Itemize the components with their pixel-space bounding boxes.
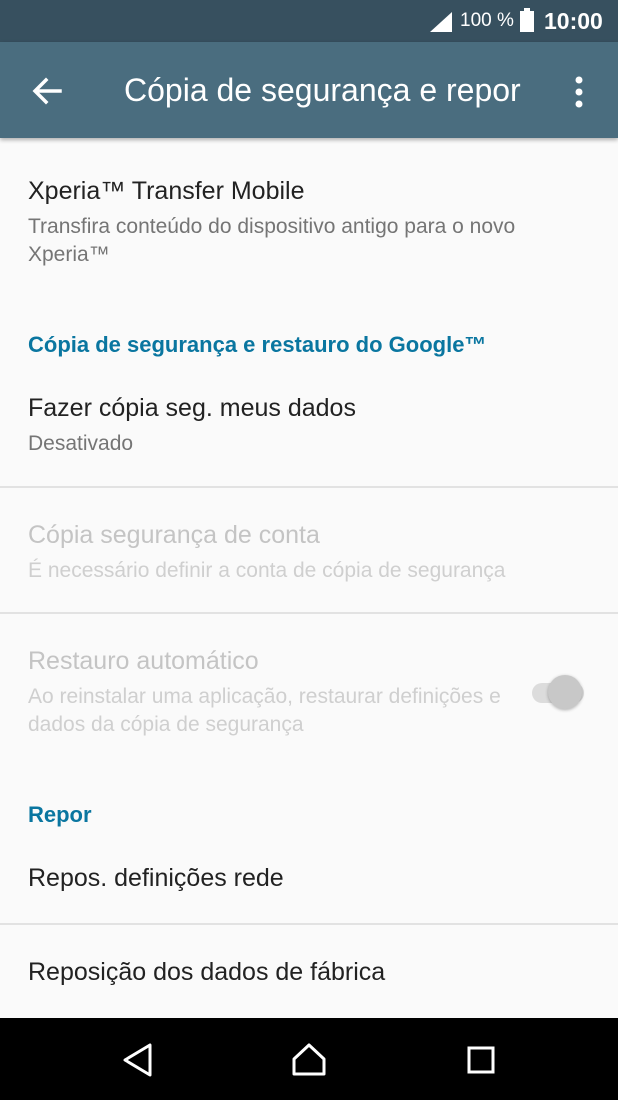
factory-reset-title: Reposição dos dados de fábrica [28, 958, 386, 986]
reset-network-title: Repos. definições rede [28, 864, 284, 892]
navigation-bar [0, 1018, 618, 1100]
app-bar: Cópia de segurança e repor [0, 42, 618, 138]
arrow-back-icon[interactable] [30, 74, 64, 108]
nav-recents-icon[interactable] [461, 1040, 501, 1080]
backup-account-subtitle: É necessário definir a conta de cópia de… [28, 559, 506, 582]
divider [0, 486, 618, 488]
backup-data-status: Desativado [28, 432, 134, 455]
backup-data-title: Fazer cópia seg. meus dados [28, 394, 356, 422]
settings-list: Xperia™ Transfer Mobile Transfira conteú… [0, 138, 618, 1018]
battery-percent: 100 % [460, 10, 514, 31]
auto-restore-toggle [528, 674, 588, 710]
backup-account-title: Cópia segurança de conta [28, 521, 320, 549]
xperia-transfer-title: Xperia™ Transfer Mobile [28, 177, 305, 205]
divider [0, 923, 618, 925]
nav-back-icon[interactable] [118, 1040, 158, 1080]
status-bar: 100 % 10:00 [0, 0, 618, 42]
divider [0, 612, 618, 614]
signal-icon [430, 12, 452, 32]
auto-restore-title: Restauro automático [28, 647, 259, 675]
battery-icon [520, 8, 534, 32]
toggle-thumb [548, 675, 582, 709]
page-title: Cópia de segurança e repor [124, 72, 521, 108]
auto-restore-subtitle: Ao reinstalar uma aplicação, restaurar d… [28, 685, 501, 736]
more-vert-icon[interactable] [566, 72, 592, 112]
clock: 10:00 [544, 8, 603, 34]
reset-section-header: Repor [28, 802, 92, 827]
google-backup-section-header: Cópia de segurança e restauro do Google™ [28, 332, 487, 357]
nav-home-icon[interactable] [289, 1040, 329, 1080]
xperia-transfer-subtitle: Transfira conteúdo do dispositivo antigo… [28, 215, 516, 266]
